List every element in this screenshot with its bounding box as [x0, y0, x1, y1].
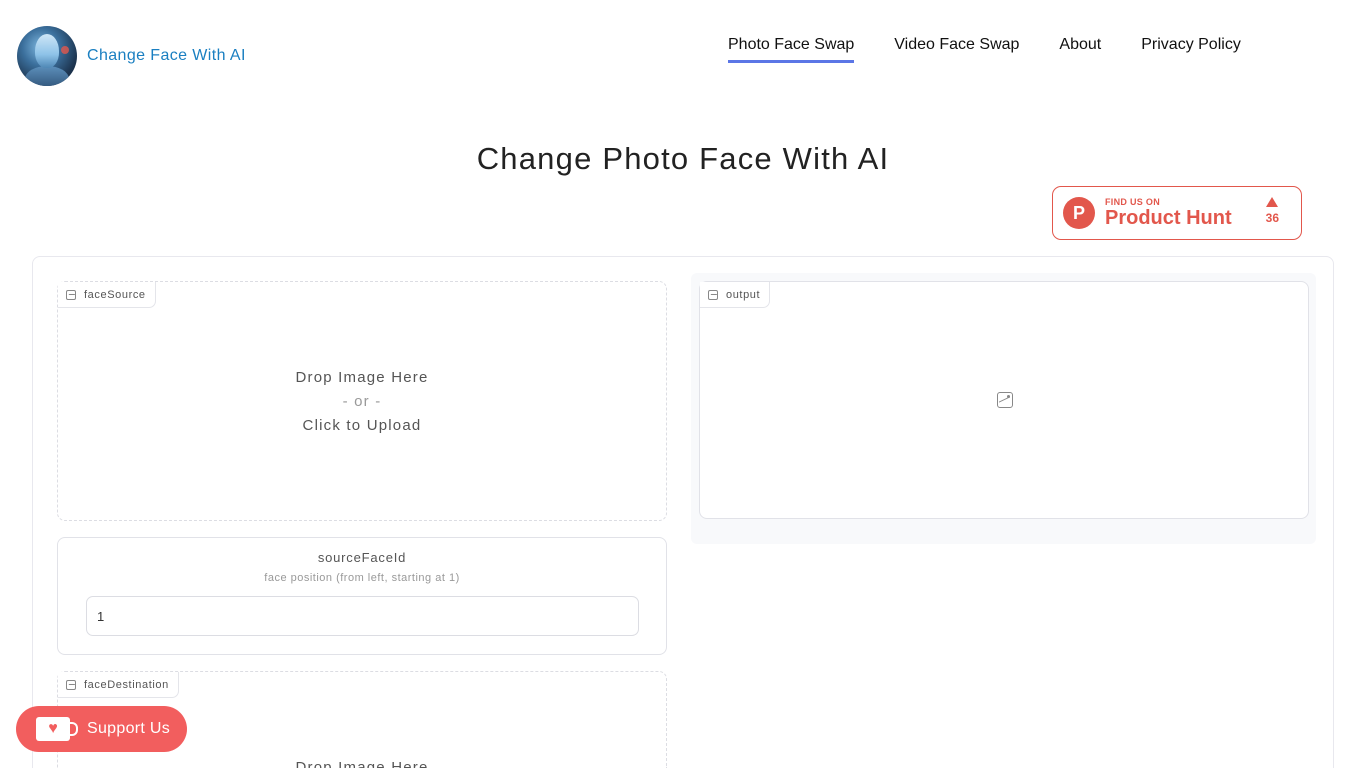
logo-face: [35, 34, 59, 68]
page-title: Change Photo Face With AI: [476, 141, 890, 176]
site-logo-link[interactable]: Change Face With AI: [17, 26, 246, 86]
image-placeholder-icon: [997, 392, 1013, 408]
image-icon: [66, 679, 76, 690]
source-face-id-title: sourceFaceId: [317, 550, 407, 565]
face-source-label-text: faceSource: [84, 288, 146, 301]
logo-shoulders: [25, 66, 69, 86]
face-destination-label-text: faceDestination: [84, 678, 169, 691]
product-hunt-vote-count: 36: [1265, 211, 1279, 225]
nav-about[interactable]: About: [1059, 36, 1101, 63]
drop-image-text: Drop Image Here: [295, 759, 429, 768]
click-to-upload-text: Click to Upload: [302, 417, 422, 434]
support-us-button[interactable]: ♥ Support Us: [16, 706, 187, 752]
source-face-id-field: sourceFaceId face position (from left, s…: [57, 537, 667, 655]
source-face-id-input[interactable]: [86, 596, 639, 636]
product-hunt-votes: 36: [1266, 197, 1279, 225]
product-hunt-text: FIND US ON Product Hunt: [1105, 197, 1232, 229]
logo-avatar: [17, 26, 77, 86]
upvote-arrow-icon: [1266, 197, 1279, 207]
product-hunt-name: Product Hunt: [1105, 207, 1232, 229]
logo-spark: [61, 46, 69, 54]
nav-photo-face-swap[interactable]: Photo Face Swap: [728, 36, 855, 63]
or-text: - or -: [342, 393, 382, 410]
drop-image-text: Drop Image Here: [295, 369, 429, 386]
nav-privacy-policy[interactable]: Privacy Policy: [1141, 36, 1241, 63]
main-nav: Photo Face Swap Video Face Swap About Pr…: [728, 36, 1241, 63]
heart-icon: ♥: [48, 720, 58, 737]
product-hunt-logo-icon: P: [1063, 197, 1095, 229]
site-name[interactable]: Change Face With AI: [87, 47, 246, 65]
output-label-text: output: [726, 288, 761, 301]
face-source-upload[interactable]: faceSource Drop Image Here - or - Click …: [57, 281, 667, 521]
product-hunt-badge[interactable]: P FIND US ON Product Hunt 36: [1052, 186, 1302, 240]
product-hunt-find-label: FIND US ON: [1105, 197, 1161, 207]
support-us-label: Support Us: [87, 720, 171, 737]
source-face-id-description: face position (from left, starting at 1): [264, 572, 460, 584]
image-icon: [66, 289, 76, 300]
face-source-drop-text: Drop Image Here - or - Click to Upload: [58, 366, 666, 438]
face-source-label: faceSource: [58, 282, 156, 308]
face-destination-label: faceDestination: [58, 672, 179, 698]
face-destination-drop-text: Drop Image Here: [58, 756, 666, 768]
coffee-cup-icon: ♥: [36, 717, 78, 741]
nav-video-face-swap[interactable]: Video Face Swap: [894, 36, 1019, 63]
image-icon: [708, 289, 718, 300]
output-label: output: [700, 282, 771, 308]
output-image: output: [699, 281, 1309, 519]
